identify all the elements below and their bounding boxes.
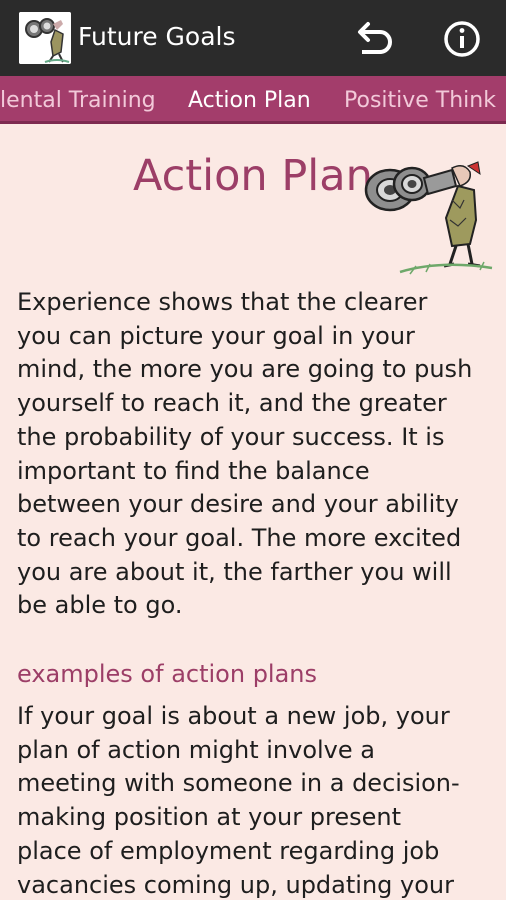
- undo-button[interactable]: [352, 18, 396, 60]
- tab-action-plan[interactable]: Action Plan: [188, 76, 311, 124]
- tab-mental-training[interactable]: lental Training: [0, 76, 156, 124]
- text-line: between your desire and your ability: [17, 490, 459, 519]
- intro-paragraph: Experience shows that the clearer you ca…: [17, 286, 495, 623]
- app-title: Future Goals: [78, 22, 236, 51]
- info-button[interactable]: [440, 18, 484, 60]
- text-line: be able to go.: [17, 591, 183, 620]
- section-heading: examples of action plans: [17, 660, 318, 688]
- info-icon: [444, 21, 480, 57]
- text-line: you are about it, the farther you will: [17, 557, 452, 586]
- text-line: vacancies coming up, updating your: [17, 870, 454, 899]
- text-line: you can picture your goal in your: [17, 321, 415, 350]
- text-line: making position at your present: [17, 803, 401, 832]
- app-logo-icon[interactable]: [19, 12, 71, 64]
- text-line: to reach your goal. The more excited: [17, 523, 462, 552]
- undo-icon: [358, 22, 392, 54]
- text-line: meeting with someone in a decision-: [17, 769, 460, 798]
- action-bar: Future Goals: [0, 0, 506, 76]
- article-content[interactable]: Action Plan Experience shows that the cl…: [0, 124, 506, 900]
- text-line: place of employment regarding job: [17, 836, 440, 865]
- text-line: important to find the balance: [17, 456, 370, 485]
- text-line: Experience shows that the clearer: [17, 288, 428, 316]
- tab-positive-thinking[interactable]: Positive Think: [344, 76, 496, 124]
- binoculars-man-illustration: [360, 160, 495, 280]
- page-title: Action Plan: [133, 151, 373, 201]
- text-line: If your goal is about a new job, your: [17, 702, 450, 730]
- text-line: mind, the more you are going to push: [17, 355, 473, 384]
- text-line: the probability of your success. It is: [17, 422, 445, 451]
- examples-paragraph: If your goal is about a new job, your pl…: [17, 700, 495, 900]
- tab-strip: lental Training Action Plan Positive Thi…: [0, 76, 506, 124]
- text-line: yourself to reach it, and the greater: [17, 389, 447, 418]
- text-line: plan of action might involve a: [17, 735, 375, 764]
